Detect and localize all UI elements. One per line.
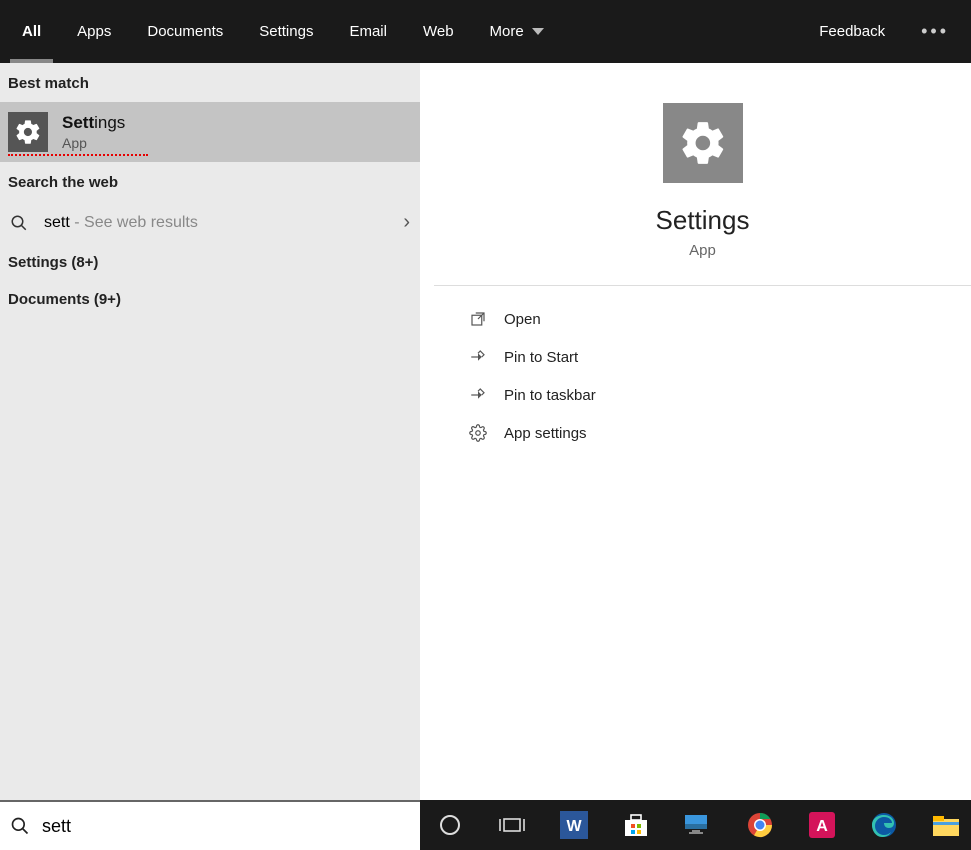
- result-title: Settings: [62, 113, 125, 133]
- tab-all[interactable]: All: [4, 0, 59, 63]
- gear-icon: [8, 112, 48, 152]
- tab-apps[interactable]: Apps: [59, 0, 129, 63]
- action-pin-start[interactable]: Pin to Start: [466, 338, 939, 376]
- tab-label: Apps: [77, 23, 111, 40]
- web-result-text: sett - See web results: [44, 214, 403, 232]
- section-best-match: Best match: [0, 63, 420, 102]
- tab-label: All: [22, 23, 41, 40]
- open-icon: [466, 310, 490, 328]
- result-subtitle: App: [62, 135, 125, 151]
- action-label: Open: [504, 311, 541, 328]
- taskbar-thispc-icon[interactable]: [678, 805, 718, 845]
- annotation-underline: [8, 154, 148, 156]
- gear-icon: [466, 424, 490, 442]
- taskbar-explorer-icon[interactable]: [926, 805, 966, 845]
- tab-documents[interactable]: Documents: [129, 0, 241, 63]
- taskbar-chrome-icon[interactable]: [740, 805, 780, 845]
- preview-title: Settings: [656, 205, 750, 236]
- feedback-button[interactable]: Feedback: [801, 0, 903, 63]
- taskbar-acrobat-icon[interactable]: A: [802, 805, 842, 845]
- search-filter-tabbar: All Apps Documents Settings Email Web Mo…: [0, 0, 971, 63]
- action-label: Pin to taskbar: [504, 387, 596, 404]
- taskbar: W A: [420, 800, 971, 850]
- chevron-right-icon: ›: [403, 211, 410, 234]
- category-documents[interactable]: Documents (9+): [0, 281, 420, 318]
- action-app-settings[interactable]: App settings: [466, 414, 939, 452]
- tab-web[interactable]: Web: [405, 0, 472, 63]
- taskbar-store-icon[interactable]: [616, 805, 656, 845]
- tab-label: More: [490, 23, 524, 40]
- taskbar-edge-icon[interactable]: [864, 805, 904, 845]
- pin-icon: [466, 348, 490, 366]
- tab-label: Documents: [147, 23, 223, 40]
- action-label: App settings: [504, 425, 587, 442]
- preview-subtitle: App: [689, 242, 716, 259]
- preview-pane: Settings App Open Pin to Start Pin to: [434, 63, 971, 800]
- action-open[interactable]: Open: [466, 300, 939, 338]
- tab-label: Email: [349, 23, 387, 40]
- feedback-label: Feedback: [819, 23, 885, 40]
- action-pin-taskbar[interactable]: Pin to taskbar: [466, 376, 939, 414]
- gear-icon: [663, 103, 743, 183]
- category-settings[interactable]: Settings (8+): [0, 244, 420, 281]
- svg-text:W: W: [566, 818, 582, 835]
- taskbar-word-icon[interactable]: W: [554, 805, 594, 845]
- section-search-web: Search the web: [0, 162, 420, 201]
- svg-text:A: A: [816, 818, 828, 835]
- tab-email[interactable]: Email: [331, 0, 405, 63]
- pin-icon: [466, 386, 490, 404]
- search-input[interactable]: [42, 816, 410, 837]
- results-pane: Best match Settings App Search the web s…: [0, 63, 420, 800]
- chevron-down-icon: [532, 28, 544, 35]
- more-options-button[interactable]: •••: [903, 21, 967, 42]
- tab-label: Settings: [259, 23, 313, 40]
- web-search-result[interactable]: sett - See web results ›: [0, 201, 420, 244]
- action-label: Pin to Start: [504, 349, 578, 366]
- tab-label: Web: [423, 23, 454, 40]
- taskbar-taskview-icon[interactable]: [492, 805, 532, 845]
- search-icon: [10, 816, 30, 836]
- search-icon: [10, 214, 30, 232]
- taskbar-cortana-icon[interactable]: [430, 805, 470, 845]
- best-match-result[interactable]: Settings App: [0, 102, 420, 162]
- tab-settings[interactable]: Settings: [241, 0, 331, 63]
- search-box[interactable]: [0, 800, 420, 850]
- tab-more[interactable]: More: [472, 0, 562, 63]
